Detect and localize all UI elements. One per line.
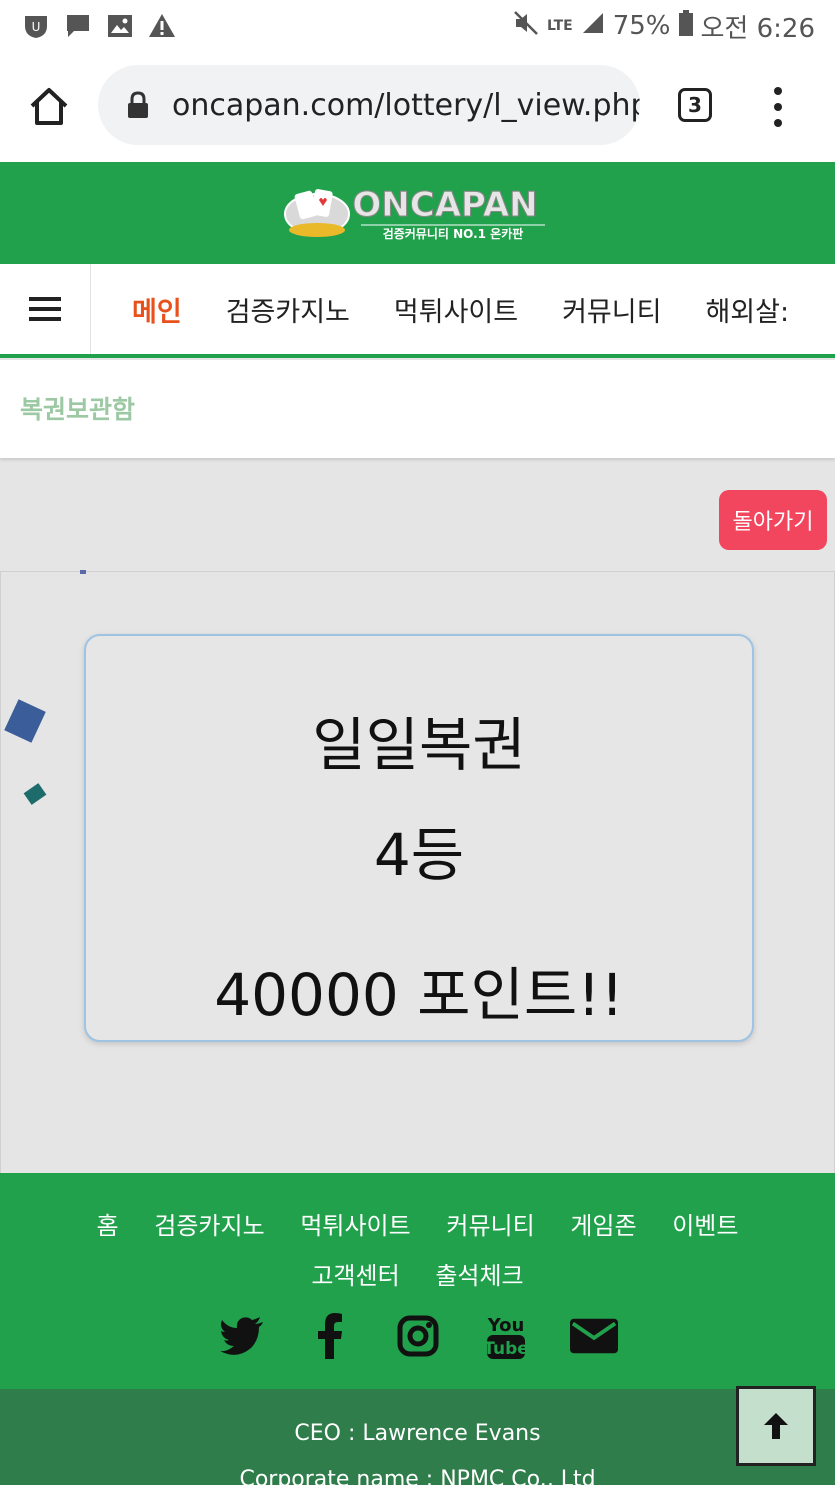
site-logo[interactable]: ONCAPAN 검증커뮤니티 NO.1 온카판 [283, 178, 553, 248]
shield-app-icon: U [22, 12, 50, 40]
twitter-icon[interactable] [218, 1311, 266, 1361]
logo-subtext: 검증커뮤니티 NO.1 온카판 [383, 226, 524, 241]
scroll-top-button[interactable] [736, 1386, 816, 1466]
footer-company-info: CEO : Lawrence Evans Corporate name : NP… [0, 1389, 835, 1485]
footer-link-home[interactable]: 홈 [97, 1212, 119, 1240]
lock-icon [126, 91, 150, 119]
footer-link-attendance[interactable]: 출석체크 [435, 1262, 523, 1290]
youtube-icon[interactable]: You Tube [482, 1311, 530, 1361]
footer-link-customer-center[interactable]: 고객센터 [311, 1262, 399, 1290]
nav-item-scam-sites[interactable]: 먹튀사이트 [372, 290, 540, 329]
lottery-title: 일일복권 [312, 711, 526, 779]
footer-link-events[interactable]: 이벤트 [672, 1212, 738, 1240]
instagram-icon[interactable] [394, 1311, 442, 1361]
network-type: LTE [546, 18, 573, 34]
logo-wordmark: ONCAPAN [352, 185, 537, 225]
mute-icon [513, 10, 539, 43]
nav-item-verified-casino[interactable]: 검증카지노 [204, 290, 372, 329]
svg-text:You: You [486, 1315, 524, 1336]
warning-icon [148, 12, 176, 40]
battery-icon [678, 9, 693, 43]
arrow-up-icon [764, 1413, 788, 1439]
lottery-points: 40000 포인트!! [214, 961, 624, 1029]
footer-link-verified-casino[interactable]: 검증카지노 [154, 1212, 264, 1240]
lottery-rank: 4등 [373, 821, 465, 889]
image-icon [106, 12, 134, 40]
page-title: 복권보관함 [20, 395, 136, 424]
nav-item-community[interactable]: 커뮤니티 [540, 290, 683, 329]
battery-percent: 75% [612, 11, 671, 41]
facebook-icon[interactable] [306, 1311, 354, 1361]
corporate-name-text: Corporate name : NPMC Co., Ltd [239, 1467, 596, 1485]
email-icon[interactable] [569, 1311, 618, 1361]
main-nav: 메인 검증카지노 먹튀사이트 커뮤니티 해외살: [0, 264, 835, 358]
back-button[interactable]: 돌아가기 [719, 490, 827, 550]
social-links: You Tube [0, 1311, 835, 1361]
footer-links: 홈 검증카지노 먹튀사이트 커뮤니티 게임존 이벤트 고객센터 출석체크 [0, 1201, 835, 1301]
signal-icon [581, 11, 605, 42]
svg-text:U: U [32, 20, 41, 34]
clock: 오전 6:26 [700, 13, 816, 44]
tab-switcher-button[interactable]: 3 [678, 88, 712, 122]
overflow-menu-icon[interactable] [768, 84, 788, 130]
ceo-text: CEO : Lawrence Evans [294, 1421, 541, 1446]
site-footer: 홈 검증카지노 먹튀사이트 커뮤니티 게임존 이벤트 고객센터 출석체크 You… [0, 1173, 835, 1389]
lottery-result-card: 일일복권 4등 40000 포인트!! [84, 634, 754, 1042]
address-bar[interactable]: oncapan.com/lottery/l_view.php [98, 65, 640, 145]
browser-toolbar: oncapan.com/lottery/l_view.php 3 [0, 52, 835, 162]
hamburger-menu-icon[interactable] [0, 264, 91, 354]
chat-icon [64, 12, 92, 40]
svg-text:Tube: Tube [486, 1339, 526, 1359]
footer-link-scam-sites[interactable]: 먹튀사이트 [300, 1212, 410, 1240]
home-icon[interactable] [26, 84, 72, 130]
status-bar: U LTE 75% 오전 6:26 [0, 0, 835, 52]
page-header: 복권보관함 [0, 360, 835, 458]
nav-item-overseas[interactable]: 해외살: [683, 290, 811, 329]
url-text: oncapan.com/lottery/l_view.php [172, 87, 640, 123]
footer-link-game-zone[interactable]: 게임존 [570, 1212, 636, 1240]
nav-item-main[interactable]: 메인 [90, 290, 204, 329]
footer-link-community[interactable]: 커뮤니티 [446, 1212, 534, 1240]
